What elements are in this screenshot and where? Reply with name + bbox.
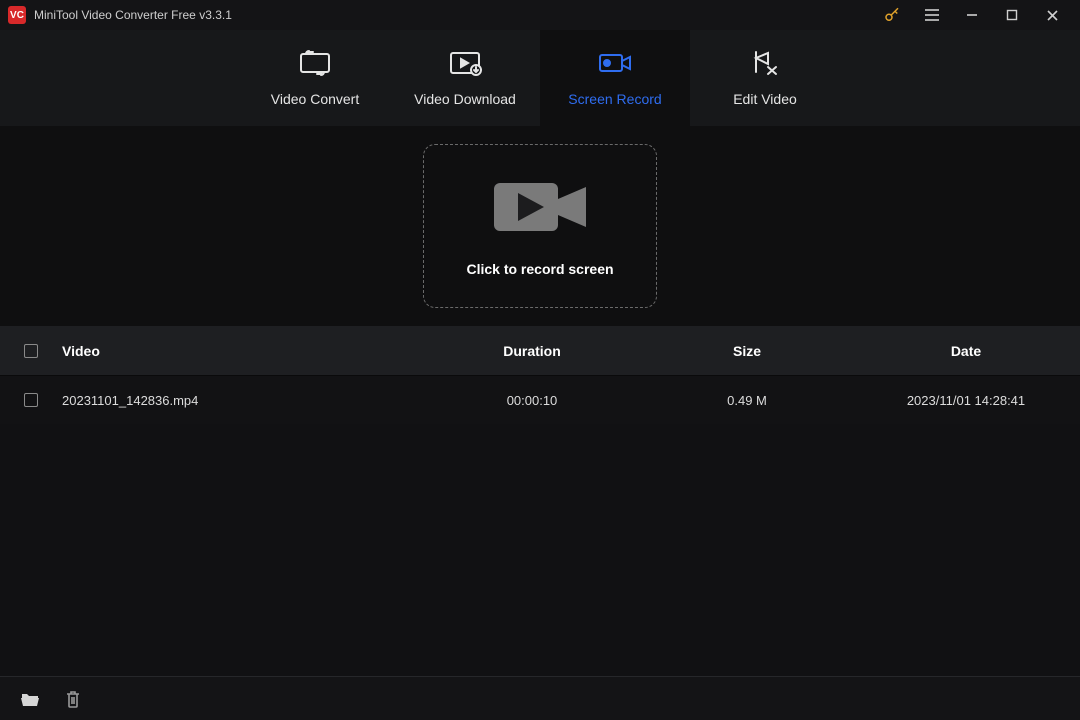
upgrade-key-button[interactable] — [872, 0, 912, 30]
col-video: Video — [62, 343, 422, 359]
convert-icon — [298, 49, 332, 77]
col-date: Date — [852, 343, 1080, 359]
empty-area — [0, 424, 1080, 676]
camera-icon — [490, 175, 590, 239]
edit-icon — [750, 49, 780, 77]
tab-screen-record[interactable]: Screen Record — [540, 30, 690, 126]
tab-label: Edit Video — [733, 91, 797, 107]
tab-label: Video Download — [414, 91, 516, 107]
tab-label: Video Convert — [271, 91, 359, 107]
hero-area: Click to record screen — [0, 126, 1080, 326]
cell-duration: 00:00:10 — [422, 393, 642, 408]
table-header: Video Duration Size Date — [0, 326, 1080, 376]
cell-video: 20231101_142836.mp4 — [62, 393, 422, 408]
delete-button[interactable] — [64, 689, 82, 709]
maximize-button[interactable] — [992, 0, 1032, 30]
cell-date: 2023/11/01 14:28:41 — [852, 393, 1080, 408]
app-logo-icon: VC — [8, 6, 26, 24]
open-folder-button[interactable] — [20, 690, 40, 708]
main-tab-nav: Video Convert Video Download — [0, 30, 1080, 126]
record-label: Click to record screen — [466, 261, 613, 277]
table-row[interactable]: 20231101_142836.mp4 00:00:10 0.49 M 2023… — [0, 376, 1080, 424]
row-checkbox[interactable] — [24, 393, 38, 407]
record-icon — [597, 49, 633, 77]
app-title: MiniTool Video Converter Free v3.3.1 — [34, 8, 232, 22]
cell-size: 0.49 M — [642, 393, 852, 408]
record-screen-button[interactable]: Click to record screen — [423, 144, 657, 308]
minimize-button[interactable] — [952, 0, 992, 30]
col-size: Size — [642, 343, 852, 359]
menu-button[interactable] — [912, 0, 952, 30]
tab-video-download[interactable]: Video Download — [390, 30, 540, 126]
bottom-toolbar — [0, 676, 1080, 720]
download-icon — [448, 49, 482, 77]
select-all-checkbox[interactable] — [24, 344, 38, 358]
tab-video-convert[interactable]: Video Convert — [240, 30, 390, 126]
close-button[interactable] — [1032, 0, 1072, 30]
col-duration: Duration — [422, 343, 642, 359]
tab-edit-video[interactable]: Edit Video — [690, 30, 840, 126]
title-bar: VC MiniTool Video Converter Free v3.3.1 — [0, 0, 1080, 30]
tab-label: Screen Record — [568, 91, 661, 107]
